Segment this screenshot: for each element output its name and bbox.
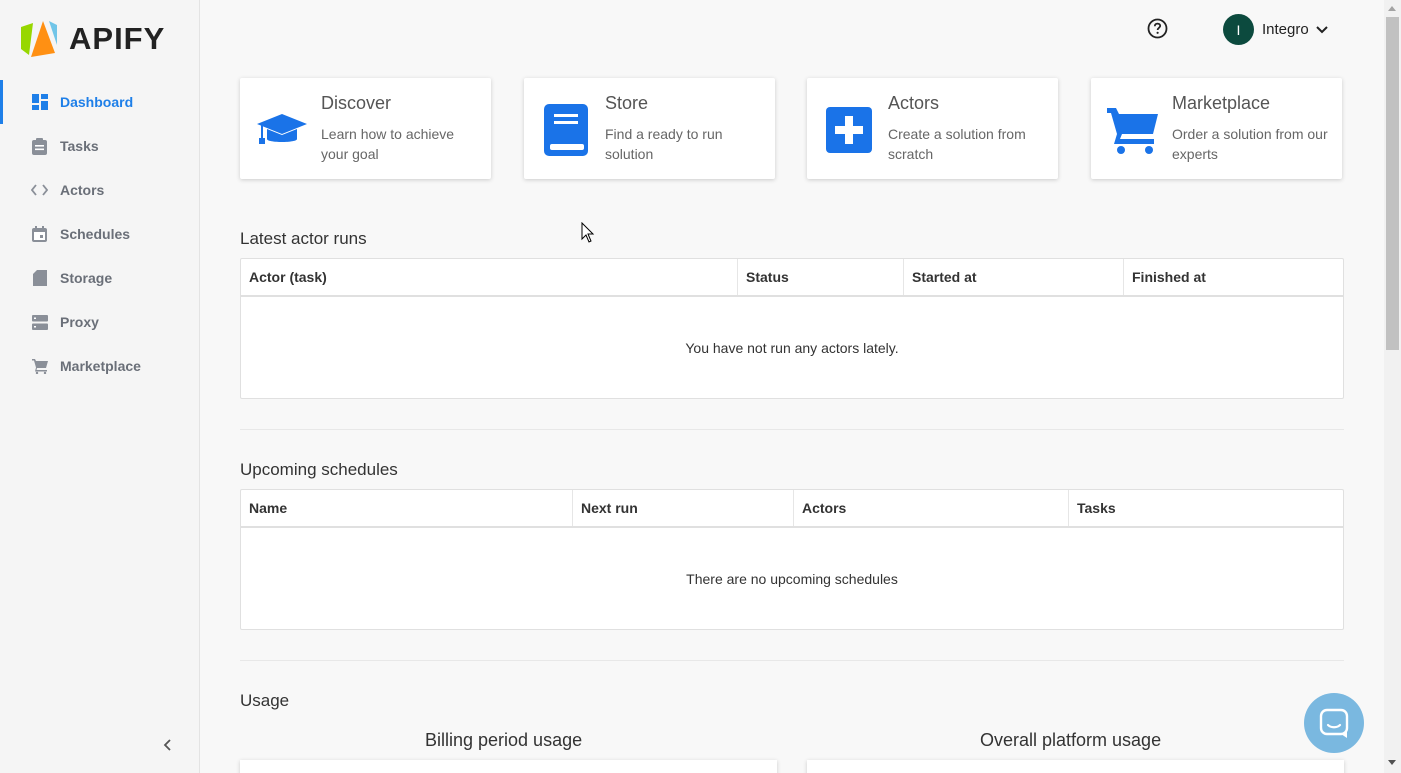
sidebar-item-label: Actors [60,182,105,198]
sidebar-item-label: Marketplace [60,358,141,374]
column-header[interactable]: Next run [573,490,794,526]
card-title: Store [605,93,649,113]
sidebar-item-tasks[interactable]: Tasks [0,124,199,168]
sd-card-icon [31,270,48,287]
dashboard-icon [31,94,48,111]
collapse-sidebar-button[interactable] [160,736,176,754]
user-menu[interactable]: I Integro [1223,14,1328,45]
card-description: Learn how to achieve your goal [321,126,455,162]
discover-card[interactable]: Discover Learn how to achieve your goal [240,78,491,179]
user-name: Integro [1262,21,1309,38]
avatar: I [1223,14,1254,45]
table-header: Name Next run Actors Tasks [241,490,1343,528]
sidebar-item-actors[interactable]: Actors [0,168,199,212]
sidebar-item-label: Dashboard [60,94,134,110]
latest-runs-table: Actor (task) Status Started at Finished … [240,258,1344,399]
brand-name: APIFY [69,21,166,56]
marketplace-card[interactable]: Marketplace Order a solution from our ex… [1091,78,1342,179]
column-header[interactable]: Started at [904,259,1124,295]
sidebar-item-label: Tasks [60,138,99,154]
card-title: Marketplace [1172,93,1271,113]
sidebar-item-dashboard[interactable]: Dashboard [0,80,199,124]
billing-usage-panel [240,760,777,773]
card-description: Create a solution from scratch [888,126,1026,162]
chat-icon [1319,708,1349,738]
chevron-left-icon [163,739,171,751]
sidebar-item-label: Proxy [60,314,99,330]
scroll-down-icon[interactable] [1388,760,1396,765]
column-header[interactable]: Status [738,259,904,295]
schedules-table: Name Next run Actors Tasks There are no … [240,489,1344,630]
question-circle-icon [1147,18,1168,39]
mouse-cursor-icon [581,222,595,243]
sidebar-item-label: Storage [60,270,113,286]
column-header[interactable]: Finished at [1124,259,1343,295]
sidebar-item-schedules[interactable]: Schedules [0,212,199,256]
scrollbar[interactable] [1384,0,1401,773]
billing-usage-title: Billing period usage [425,730,583,750]
help-button[interactable] [1147,18,1168,39]
column-header[interactable]: Actor (task) [241,259,738,295]
empty-message: There are no upcoming schedules [686,570,898,587]
sidebar: APIFY Dashboard Tasks Actors Schedules S… [0,0,200,773]
overall-usage-panel [807,760,1344,773]
chevron-down-icon [1315,25,1328,33]
clipboard-icon [31,137,48,155]
card-description: Find a ready to run solution [605,126,723,162]
apify-logo[interactable]: APIFY [19,19,165,59]
sidebar-item-marketplace[interactable]: Marketplace [0,344,199,388]
latest-runs-title: Latest actor runs [240,229,367,248]
schedules-title: Upcoming schedules [240,460,398,479]
actors-card[interactable]: Actors Create a solution from scratch [807,78,1058,179]
cart-icon [31,358,48,375]
column-header[interactable]: Name [241,490,573,526]
sidebar-item-proxy[interactable]: Proxy [0,300,199,344]
server-icon [31,314,48,331]
sidebar-item-storage[interactable]: Storage [0,256,199,300]
chat-button[interactable] [1304,693,1364,753]
section-divider [240,429,1344,430]
table-header: Actor (task) Status Started at Finished … [241,259,1343,297]
usage-title: Usage [240,691,290,710]
plus-square-icon [823,104,875,156]
calendar-icon [31,226,48,243]
empty-message: You have not run any actors lately. [685,339,899,356]
overall-usage-title: Overall platform usage [980,730,1162,750]
scroll-thumb[interactable] [1386,17,1399,350]
scroll-up-icon[interactable] [1388,6,1396,11]
graduation-cap-icon [256,104,308,156]
card-description: Order a solution from our experts [1172,126,1328,162]
sidebar-nav: Dashboard Tasks Actors Schedules Storage [0,80,199,388]
column-header[interactable]: Actors [794,490,1069,526]
book-icon [540,104,592,156]
card-title: Discover [321,93,392,113]
store-card[interactable]: Store Find a ready to run solution [524,78,775,179]
shopping-cart-icon [1107,104,1159,156]
section-divider [240,660,1344,661]
card-title: Actors [888,93,940,113]
column-header[interactable]: Tasks [1069,490,1343,526]
code-icon [31,182,48,199]
sidebar-item-label: Schedules [60,226,131,242]
apify-logo-icon [21,21,57,57]
